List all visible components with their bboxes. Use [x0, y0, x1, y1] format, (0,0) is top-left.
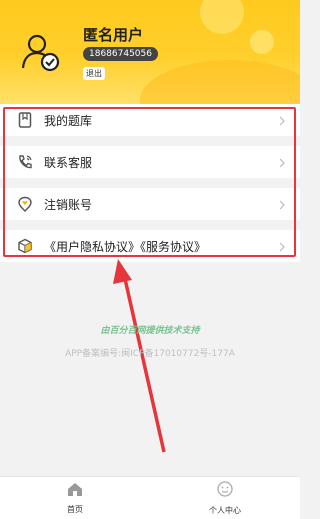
avatar-icon[interactable] [20, 32, 60, 72]
phone-badge: 18686745056 [83, 47, 158, 61]
decor-hill [140, 60, 300, 104]
icp-record-text: APP备案编号:闽ICP备17010772号-177A [65, 349, 235, 359]
tab-label: 个人中心 [209, 506, 241, 515]
bottom-tab-bar: 首页 个人中心 [0, 476, 300, 519]
tab-label: 首页 [67, 505, 83, 514]
smiley-icon [216, 480, 234, 502]
home-icon [66, 481, 84, 501]
tab-home[interactable]: 首页 [0, 477, 150, 519]
tab-personal-center[interactable]: 个人中心 [150, 477, 300, 519]
decor-circle [200, 0, 244, 34]
profile-header: 匿名用户 18686745056 退出 [0, 0, 300, 104]
logout-button[interactable]: 退出 [83, 67, 105, 80]
annotation-highlight-box [3, 107, 296, 257]
decor-circle [250, 30, 274, 54]
tech-support-text: 由百分百网提供技术支持 [100, 326, 200, 336]
username: 匿名用户 [83, 26, 144, 44]
